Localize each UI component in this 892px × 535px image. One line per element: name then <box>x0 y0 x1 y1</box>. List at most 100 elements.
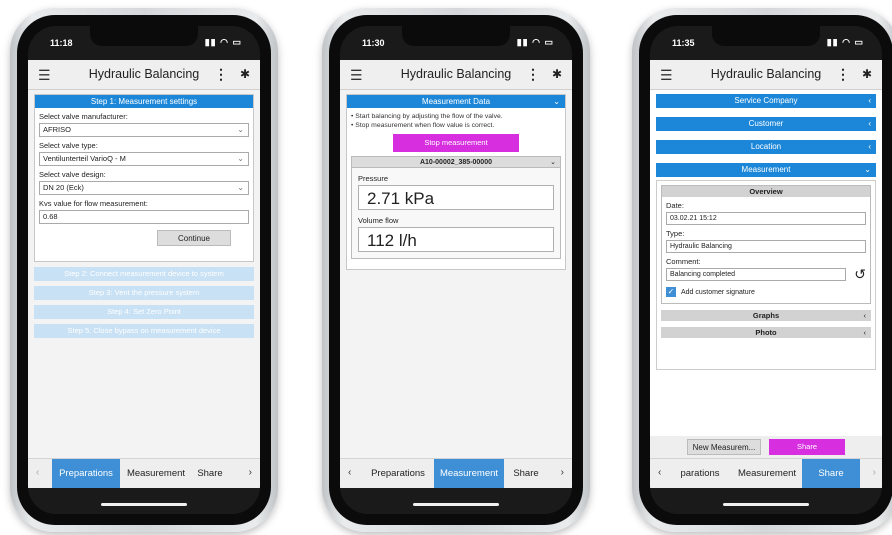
measurement-data-header[interactable]: Measurement Data ⌄ <box>347 95 565 108</box>
section-label: Service Company <box>734 96 798 105</box>
step1-panel: Step 1: Measurement settings Select valv… <box>34 94 254 262</box>
screen-3: 11:35 ▮▮ ◠ ▭ ☰ Hydraulic Balancing ⋮ ✱ S… <box>650 26 882 514</box>
volume-flow-label: Volume flow <box>358 216 399 225</box>
tab-share[interactable]: Share <box>802 459 860 489</box>
home-indicator[interactable] <box>101 503 187 506</box>
valve-type-label: Select valve type: <box>39 141 98 150</box>
tab-bar: ‹ Preparations Measurement Share › <box>340 458 572 489</box>
manufacturer-label: Select valve manufacturer: <box>39 112 128 121</box>
section-location[interactable]: Location ‹ <box>656 140 876 154</box>
photo-label: Photo <box>755 328 777 337</box>
measurement-data-title: Measurement Data <box>421 97 491 106</box>
signal-wifi-battery-icon: ▮▮ ◠ ▭ <box>516 37 554 47</box>
instruction-1: Start balancing by adjusting the flow of… <box>355 113 503 120</box>
chevron-left-icon: ‹ <box>863 328 867 337</box>
section-service-company[interactable]: Service Company ‹ <box>656 94 876 108</box>
tab-share[interactable]: Share <box>192 459 228 489</box>
chevron-down-icon: ⌄ <box>864 165 871 174</box>
new-measurement-button[interactable]: New Measurem... <box>687 439 761 455</box>
chevron-right-icon[interactable]: › <box>249 467 252 478</box>
tab-measurement[interactable]: Measurement <box>732 459 802 489</box>
kvs-label: Kvs value for flow measurement: <box>39 199 148 208</box>
chevron-down-icon: ⌄ <box>237 183 244 192</box>
app-bar: ☰ Hydraulic Balancing ⋮ ✱ <box>340 60 572 90</box>
app-bar: ☰ Hydraulic Balancing ⋮ ✱ <box>28 60 260 90</box>
instruction-2: Stop measurement when flow value is corr… <box>355 122 495 129</box>
step1-header[interactable]: Step 1: Measurement settings <box>35 95 253 108</box>
section-label: Customer <box>748 119 784 128</box>
chevron-left-icon: ‹ <box>868 142 871 151</box>
phone-3: 11:35 ▮▮ ◠ ▭ ☰ Hydraulic Balancing ⋮ ✱ S… <box>632 8 892 532</box>
preparations-content: Step 1: Measurement settings Select valv… <box>28 90 260 458</box>
tab-preparations[interactable]: Preparations <box>52 459 120 489</box>
valve-type-select[interactable]: Ventilunterteil VarioQ - M ⌄ <box>39 152 249 166</box>
home-indicator[interactable] <box>413 503 499 506</box>
volume-flow-value: 112 l/h <box>358 227 554 252</box>
tab-share[interactable]: Share <box>512 459 540 489</box>
sensor-header[interactable]: A10-00002_385-00000 ⌄ <box>352 157 560 168</box>
photo-section[interactable]: Photo ‹ <box>661 327 871 338</box>
undo-icon[interactable]: ↺ <box>854 267 866 281</box>
section-customer[interactable]: Customer ‹ <box>656 117 876 131</box>
type-field[interactable]: Hydraulic Balancing <box>666 240 866 253</box>
manufacturer-value: AFRISO <box>43 125 71 134</box>
kvs-value: 0.68 <box>43 212 58 221</box>
more-options-icon[interactable]: ⋮ <box>836 66 850 83</box>
comment-field[interactable]: Balancing completed <box>666 268 847 281</box>
chevron-right-icon[interactable]: › <box>561 467 564 478</box>
action-row: New Measurem... Share <box>650 436 882 458</box>
chevron-left-icon: ‹ <box>868 96 871 105</box>
signature-checkbox[interactable]: ✓ <box>666 287 676 297</box>
more-options-icon[interactable]: ⋮ <box>214 66 228 83</box>
section-measurement[interactable]: Measurement ⌄ <box>656 163 876 177</box>
bluetooth-connect-icon[interactable]: ✱ <box>862 67 872 81</box>
kvs-input[interactable]: 0.68 <box>39 210 249 224</box>
overview-header[interactable]: Overview <box>662 186 870 197</box>
share-button[interactable]: Share <box>769 439 845 455</box>
status-time: 11:30 <box>362 38 385 48</box>
tab-bar: ‹ Preparations Measurement Share › <box>28 458 260 489</box>
measurement-content: Measurement Data ⌄ • Start balancing by a… <box>340 90 572 458</box>
manufacturer-select[interactable]: AFRISO ⌄ <box>39 123 249 137</box>
more-options-icon[interactable]: ⋮ <box>526 66 540 83</box>
signal-wifi-battery-icon: ▮▮ ◠ ▭ <box>204 37 242 47</box>
stop-measurement-button[interactable]: Stop measurement <box>393 134 519 152</box>
type-label: Type: <box>666 229 685 238</box>
step5-bar[interactable]: Step 5: Close bypass on measurement devi… <box>34 324 254 338</box>
sensor-id: A10-00002_385-00000 <box>419 159 492 166</box>
bluetooth-connect-icon[interactable]: ✱ <box>552 67 562 81</box>
measurement-data-panel: Measurement Data ⌄ • Start balancing by a… <box>346 94 566 270</box>
chevron-left-icon[interactable]: ‹ <box>36 467 39 478</box>
tab-preparations[interactable]: parations <box>670 459 730 489</box>
step4-bar[interactable]: Step 4: Set Zero Point <box>34 305 254 319</box>
phone-1: 11:18 ▮▮ ◠ ▭ ☰ Hydraulic Balancing ⋮ ✱ S… <box>10 8 278 532</box>
section-label: Measurement <box>741 165 791 174</box>
phone-2: 11:30 ▮▮ ◠ ▭ ☰ Hydraulic Balancing ⋮ ✱ M… <box>322 8 590 532</box>
chevron-left-icon: ‹ <box>863 311 867 320</box>
home-indicator[interactable] <box>723 503 809 506</box>
tab-preparations[interactable]: Preparations <box>362 459 434 489</box>
tab-measurement[interactable]: Measurement <box>120 459 192 489</box>
tab-measurement[interactable]: Measurement <box>434 459 504 489</box>
chevron-down-icon: ⌄ <box>550 159 556 166</box>
sensor-card: A10-00002_385-00000 ⌄ Pressure 2.71 kPa V… <box>351 156 561 259</box>
chevron-left-icon[interactable]: ‹ <box>658 467 661 478</box>
screen-2: 11:30 ▮▮ ◠ ▭ ☰ Hydraulic Balancing ⋮ ✱ M… <box>340 26 572 514</box>
signature-label: Add customer signature <box>681 288 755 296</box>
comment-label: Comment: <box>666 257 701 266</box>
date-label: Date: <box>666 201 684 210</box>
step2-bar[interactable]: Step 2: Connect measurement device to sy… <box>34 267 254 281</box>
valve-design-select[interactable]: DN 20 (Eck) ⌄ <box>39 181 249 195</box>
status-time: 11:35 <box>672 38 695 48</box>
bluetooth-connect-icon[interactable]: ✱ <box>240 67 250 81</box>
date-field[interactable]: 03.02.21 15:12 <box>666 212 866 225</box>
step3-bar[interactable]: Step 3: Vent the pressure system <box>34 286 254 300</box>
chevron-down-icon: ⌄ <box>553 97 560 106</box>
measurement-panel: Overview Date: 03.02.21 15:12 Type: Hydr… <box>656 180 876 370</box>
valve-type-value: Ventilunterteil VarioQ - M <box>43 154 126 163</box>
chevron-left-icon[interactable]: ‹ <box>348 467 351 478</box>
chevron-right-icon[interactable]: › <box>873 467 876 478</box>
chevron-left-icon: ‹ <box>868 119 871 128</box>
continue-button[interactable]: Continue <box>157 230 231 246</box>
graphs-section[interactable]: Graphs ‹ <box>661 310 871 321</box>
